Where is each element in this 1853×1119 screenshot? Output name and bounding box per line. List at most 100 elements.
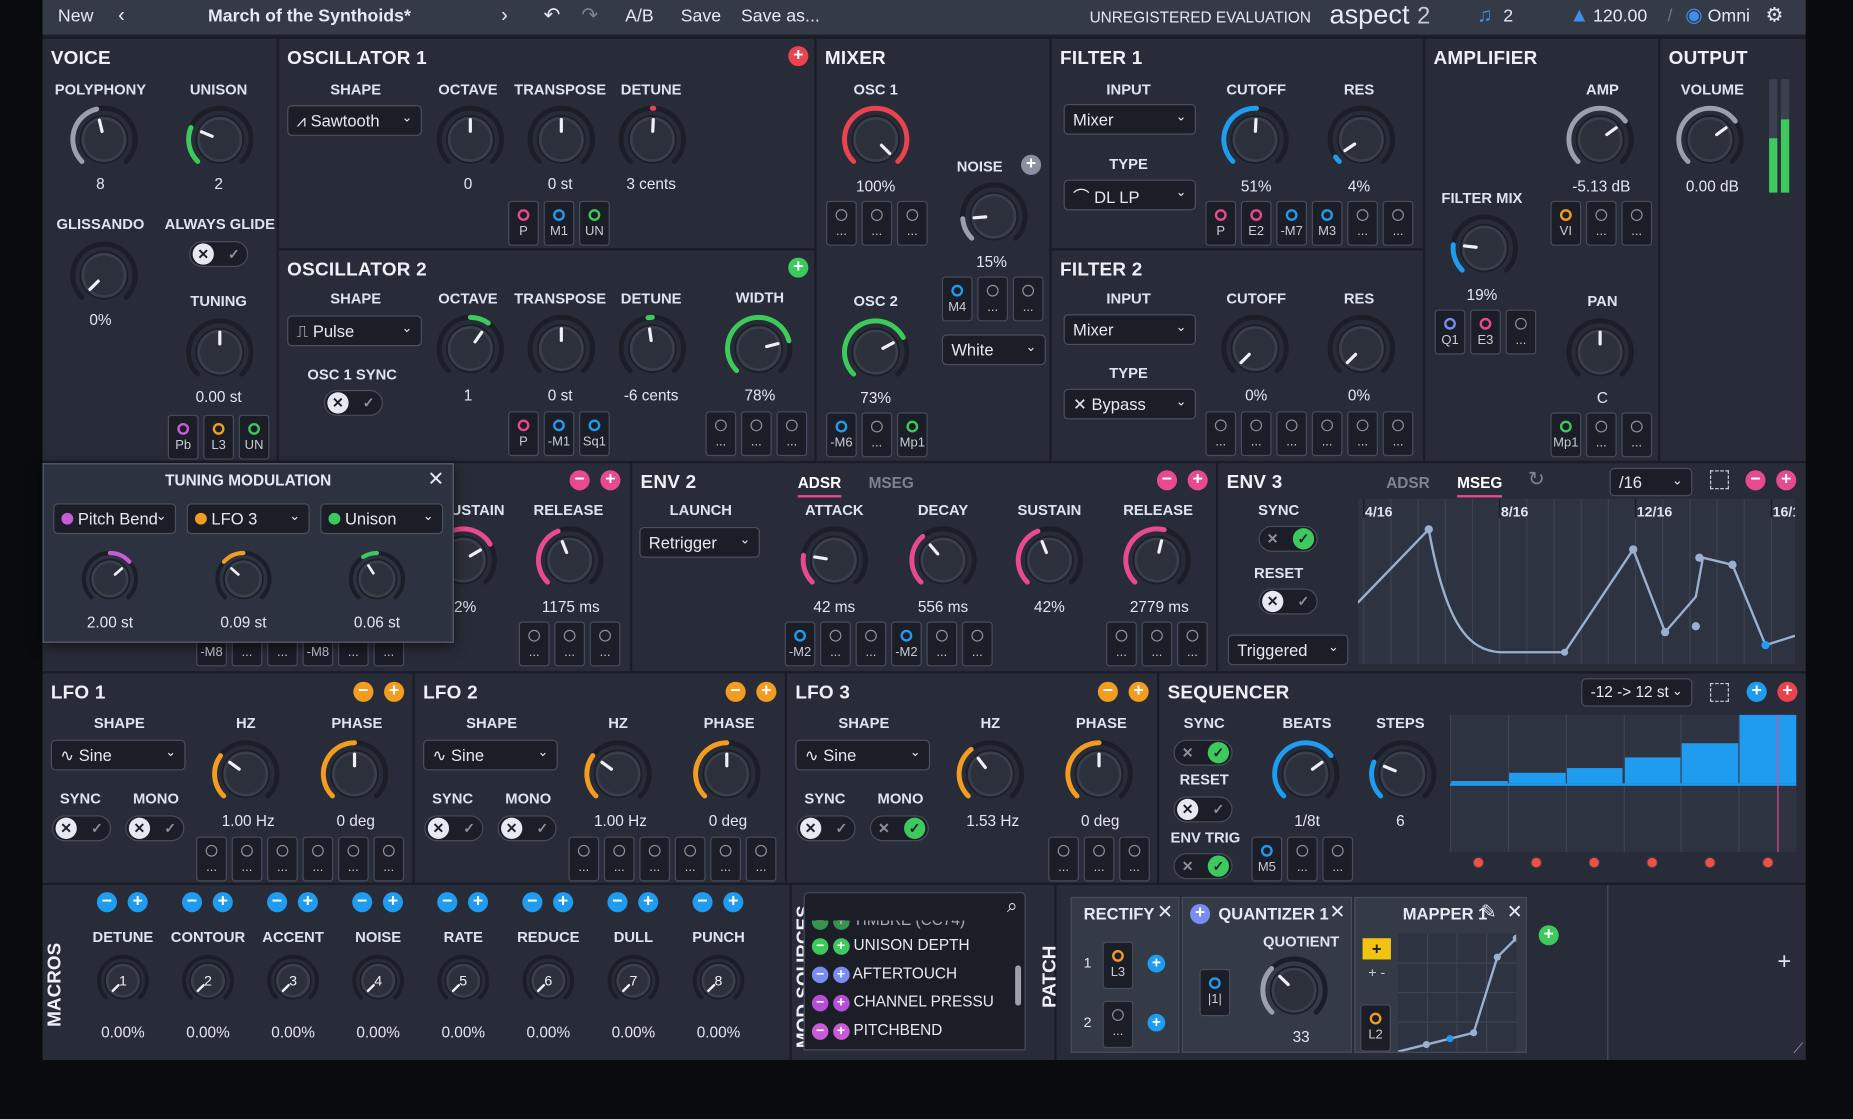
macro-knob[interactable]: 4 (351, 954, 405, 1008)
cutoff-knob[interactable] (1220, 313, 1291, 384)
mod-slot-empty[interactable]: ... (267, 836, 298, 882)
add-mod-button[interactable]: + (788, 257, 809, 278)
mod-slot-e3[interactable]: E3 (1470, 309, 1501, 355)
macro-knob[interactable]: 6 (521, 954, 575, 1008)
mono-toggle[interactable]: ✕ ✓ (125, 815, 185, 842)
width-knob[interactable] (723, 313, 794, 384)
tuning-knob[interactable] (184, 317, 255, 388)
transpose-knob[interactable] (526, 313, 597, 384)
mod-slot-empty[interactable]: ... (1621, 200, 1653, 246)
sustain-knob[interactable] (1014, 525, 1085, 596)
type-dropdown[interactable]: ✕ Bypass ⌄ (1063, 388, 1196, 420)
mod-slot-empty[interactable]: ... (740, 411, 772, 457)
shape-dropdown[interactable]: ∿ Sine ⌄ (795, 739, 931, 771)
mod-slot-m2[interactable]: -M2 (891, 621, 922, 667)
quotient-knob[interactable] (1259, 955, 1330, 1026)
noise-level-knob[interactable] (958, 181, 1029, 252)
list-item[interactable]: − + CHANNEL PRESSU (811, 993, 994, 1012)
sequencer-step-bar[interactable] (1624, 757, 1681, 784)
mod-slot-empty[interactable]: ... (1083, 836, 1115, 882)
quantizer-input-slot[interactable]: |1| (1199, 968, 1231, 1017)
rectify-input-slot[interactable]: L3 (1102, 941, 1134, 990)
mod-slot-empty[interactable]: ... (896, 200, 928, 246)
macro-knob[interactable]: 7 (606, 954, 660, 1008)
sync-toggle[interactable]: ✕ ✓ (1173, 739, 1233, 766)
mod-slot-un[interactable]: UN (579, 200, 610, 246)
mod-slot-empty[interactable]: ... (1048, 836, 1079, 882)
remove-mod-button[interactable]: − (1097, 681, 1118, 702)
close-icon[interactable]: ✕ (1507, 900, 1523, 924)
mod-slot-empty[interactable]: ... (820, 621, 851, 667)
mod-slot-empty[interactable]: ... (603, 836, 635, 882)
sequencer-step-bar[interactable] (1682, 743, 1739, 784)
mod-slot-empty[interactable]: ... (1276, 411, 1308, 457)
mod-slot-empty[interactable]: ... (926, 621, 958, 667)
scrollbar[interactable] (1015, 965, 1022, 1006)
close-icon[interactable]: ✕ (1157, 900, 1173, 924)
macro-increase-button[interactable]: + (553, 892, 574, 913)
res-knob[interactable] (1326, 104, 1397, 175)
mod-slot-m1[interactable]: -M1 (543, 411, 575, 457)
range-dropdown[interactable]: -12 -> 12 st ⌄ (1581, 678, 1693, 707)
mod-slot-empty[interactable]: ... (231, 836, 263, 882)
mod-slot-empty[interactable]: ... (1382, 411, 1414, 457)
decay-knob[interactable] (908, 525, 979, 596)
sync-toggle[interactable]: ✕ ✓ (424, 815, 484, 842)
macro-increase-button[interactable]: + (382, 892, 403, 913)
add-mod-button[interactable]: + (1021, 154, 1042, 175)
macro-decrease-button[interactable]: − (692, 892, 713, 913)
hz-knob[interactable] (583, 739, 654, 810)
mod-slot-l3[interactable]: L3 (203, 414, 234, 460)
shape-dropdown[interactable]: ∿ Sine ⌄ (423, 739, 558, 771)
mod-slot-m1[interactable]: M1 (543, 200, 575, 246)
mod-slot-empty[interactable]: ... (554, 621, 585, 667)
octave-knob[interactable] (435, 104, 506, 175)
mod-slot-empty[interactable]: ... (1382, 200, 1414, 246)
mod-slot-empty[interactable]: ... (1322, 836, 1354, 882)
preset-name[interactable]: March of the Synthoids* (208, 6, 411, 26)
add-mod-button[interactable]: + (384, 681, 405, 702)
mod-source-list[interactable]: − + TIMBRE (CC74) − + UNISON DEPTH − + A… (803, 920, 1026, 1051)
list-item[interactable]: − + UNISON DEPTH (811, 936, 970, 955)
mod-slot-m6[interactable]: -M6 (826, 412, 857, 458)
depth-knob-unison[interactable] (347, 549, 406, 608)
source-dropdown-pitch-bend[interactable]: Pitch Bend ⌄ (53, 503, 177, 535)
osc2-level-knob[interactable] (840, 317, 911, 388)
undo-icon[interactable]: ↶ (544, 4, 561, 28)
add-module-button[interactable]: + (1538, 925, 1559, 946)
remove-mod-button[interactable]: − (353, 681, 374, 702)
sequencer-step-dot[interactable] (1703, 856, 1716, 869)
mod-slot-pb[interactable]: Pb (167, 414, 199, 460)
macro-decrease-button[interactable]: − (181, 892, 203, 913)
bipolar-mode-button[interactable]: + - (1363, 962, 1391, 983)
polyphony-knob[interactable] (69, 104, 140, 175)
mod-slot-empty[interactable]: ... (710, 836, 741, 882)
mseg-editor[interactable]: 4/16 8/16 12/16 16/16 (1357, 498, 1796, 665)
macro-decrease-button[interactable]: − (522, 892, 543, 913)
octave-knob[interactable] (435, 313, 506, 384)
mod-slot-p[interactable]: P (1205, 200, 1237, 246)
mod-slot-empty[interactable]: ... (861, 200, 893, 246)
sync-toggle[interactable]: ✕ ✓ (796, 815, 856, 842)
add-mod-button[interactable]: + (600, 470, 621, 491)
macro-decrease-button[interactable]: − (607, 892, 628, 913)
release-knob[interactable] (1121, 525, 1192, 596)
reset-toggle[interactable]: ✕ ✓ (1258, 588, 1318, 615)
add-mod-button[interactable]: + (1128, 681, 1149, 702)
mod-slot-empty[interactable]: ... (1205, 411, 1237, 457)
mod-slot-empty[interactable]: ... (1240, 411, 1272, 457)
mod-slot-m3[interactable]: M3 (1311, 200, 1343, 246)
remove-mod-button[interactable]: − (1156, 470, 1178, 491)
macro-decrease-button[interactable]: − (437, 892, 458, 913)
sync-toggle[interactable]: ✕ ✓ (51, 815, 112, 842)
macro-knob[interactable]: 1 (96, 954, 150, 1008)
mod-slot-empty[interactable]: ... (568, 836, 600, 882)
sequencer-step-bar[interactable] (1566, 767, 1624, 784)
shape-dropdown[interactable]: ⩘ Sawtooth ⌄ (287, 105, 422, 136)
mod-slot-empty[interactable]: ... (639, 836, 671, 882)
sequencer-step-dot[interactable] (1761, 856, 1774, 869)
input-dropdown[interactable]: Mixer ⌄ (1063, 314, 1196, 346)
filter-mix-knob[interactable] (1449, 213, 1520, 284)
save-as-button[interactable]: Save as... (741, 6, 820, 26)
mod-slot-empty[interactable]: ... (1012, 276, 1044, 322)
